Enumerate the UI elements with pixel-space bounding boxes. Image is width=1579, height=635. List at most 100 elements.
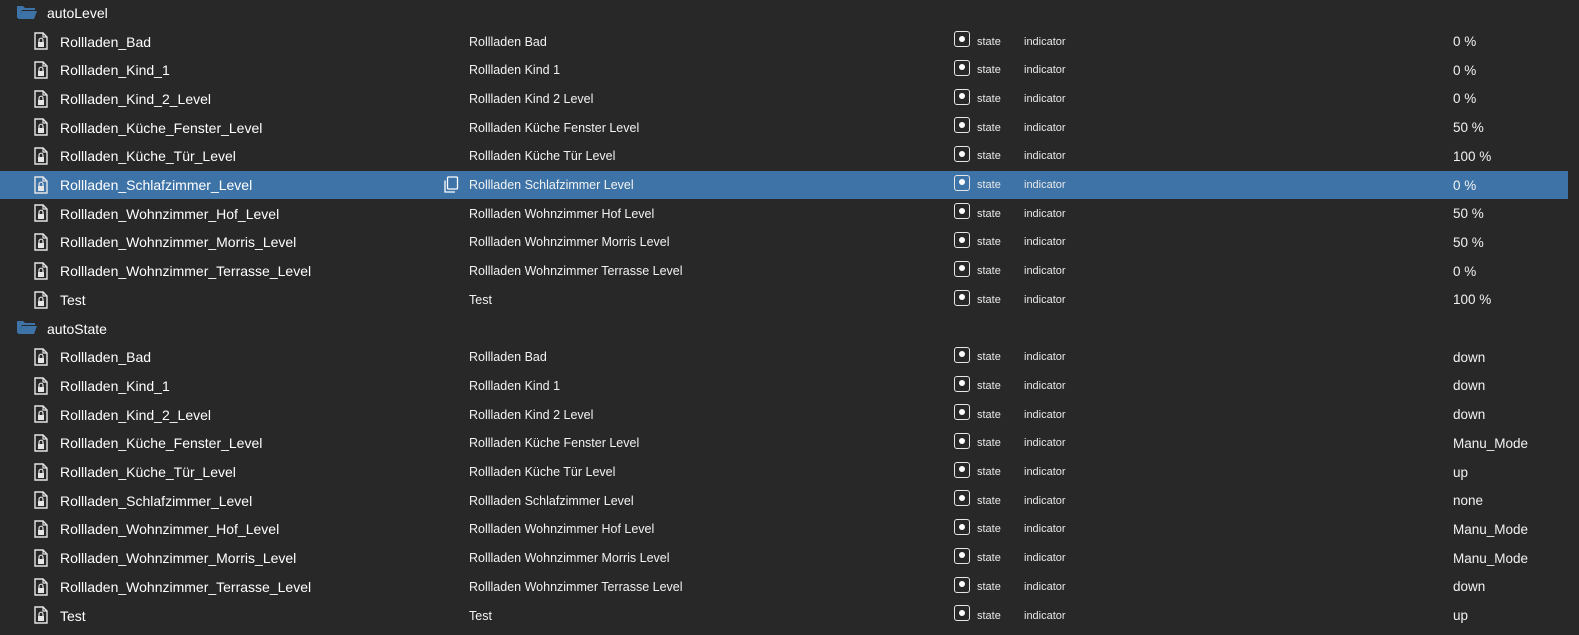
object-role: indicator	[1024, 580, 1066, 593]
object-value[interactable]: 100 %	[1453, 292, 1491, 307]
table-row[interactable]: Test Test state indicator 100 %	[0, 286, 1568, 315]
object-name: Rollladen Küche Tür Level	[469, 465, 616, 480]
table-row[interactable]: Rollladen_Wohnzimmer_Terrasse_Level Roll…	[0, 257, 1568, 286]
object-value[interactable]: up	[1453, 465, 1468, 480]
state-type-icon	[954, 519, 970, 536]
object-role: indicator	[1024, 265, 1066, 278]
table-row[interactable]: Rollladen_Schlafzimmer_Level Rollladen S…	[0, 486, 1568, 515]
table-row-selected[interactable]: Rollladen_Schlafzimmer_Level Rollladen S…	[0, 170, 1568, 200]
object-role: indicator	[1024, 150, 1066, 163]
object-role: indicator	[1024, 523, 1066, 536]
object-name: Rollladen Küche Fenster Level	[469, 120, 640, 135]
object-value[interactable]: 0 %	[1453, 264, 1476, 279]
object-value[interactable]: down	[1453, 378, 1485, 393]
file-lock-icon	[34, 348, 48, 366]
table-row[interactable]: Rollladen_Bad Rollladen Bad state indica…	[0, 27, 1568, 56]
table-row[interactable]: Rollladen_Wohnzimmer_Morris_Level Rollla…	[0, 544, 1568, 573]
object-value[interactable]: 0 %	[1453, 63, 1476, 78]
object-value[interactable]: Manu_Mode	[1453, 551, 1528, 566]
state-type-icon	[954, 59, 970, 76]
object-role: indicator	[1024, 35, 1066, 48]
object-role: indicator	[1024, 408, 1066, 421]
table-row[interactable]: Rollladen_Wohnzimmer_Morris_Level Rollla…	[0, 228, 1568, 257]
state-type-icon	[954, 346, 970, 363]
state-type-icon	[954, 31, 970, 48]
object-name: Rollladen Kind 1	[469, 63, 561, 78]
object-value[interactable]: down	[1453, 579, 1485, 594]
object-role: indicator	[1024, 64, 1066, 77]
table-row[interactable]: Rollladen_Küche_Fenster_Level Rollladen …	[0, 113, 1568, 142]
object-id: Rollladen_Kind_2_Level	[60, 90, 212, 107]
object-value[interactable]: Manu_Mode	[1453, 522, 1528, 537]
table-row[interactable]: Rollladen_Kind_2_Level Rollladen Kind 2 …	[0, 400, 1568, 429]
object-value[interactable]: up	[1453, 608, 1468, 623]
table-row[interactable]: Rollladen_Wohnzimmer_Hof_Level Rollladen…	[0, 199, 1568, 228]
table-row[interactable]: Test Test state indicator up	[0, 601, 1568, 630]
folder-open-icon[interactable]	[16, 4, 38, 20]
object-type: state	[977, 437, 1001, 450]
object-value[interactable]: 50 %	[1453, 235, 1484, 250]
table-row[interactable]: Rollladen_Küche_Tür_Level Rollladen Küch…	[0, 458, 1568, 487]
object-name: Rollladen Wohnzimmer Hof Level	[469, 206, 655, 221]
object-role: indicator	[1024, 466, 1066, 479]
table-row[interactable]: Rollladen_Küche_Fenster_Level Rollladen …	[0, 429, 1568, 458]
object-id: Rollladen_Küche_Tür_Level	[60, 148, 236, 165]
object-value[interactable]: 0 %	[1453, 178, 1476, 193]
object-value[interactable]: 50 %	[1453, 206, 1484, 221]
object-type: state	[977, 523, 1001, 536]
object-value[interactable]: 0 %	[1453, 91, 1476, 106]
table-row[interactable]: Rollladen_Kind_2_Level Rollladen Kind 2 …	[0, 85, 1568, 114]
object-role: indicator	[1024, 179, 1066, 192]
table-row[interactable]: Rollladen_Wohnzimmer_Hof_Level Rollladen…	[0, 515, 1568, 544]
object-name: Rollladen Kind 2 Level	[469, 407, 594, 422]
object-value[interactable]: 100 %	[1453, 149, 1491, 164]
state-type-icon	[954, 88, 970, 105]
file-lock-icon	[34, 491, 48, 510]
object-id: Rollladen_Kind_1	[60, 62, 170, 79]
object-id: Test	[60, 291, 86, 308]
object-type: state	[977, 494, 1001, 507]
folder-name: autoState	[47, 320, 107, 337]
object-value[interactable]: 50 %	[1453, 120, 1484, 135]
object-value[interactable]: none	[1453, 493, 1483, 508]
state-type-icon	[954, 375, 970, 392]
table-row[interactable]: Rollladen_Bad Rollladen Bad state indica…	[0, 343, 1568, 372]
object-id: Rollladen_Küche_Fenster_Level	[60, 435, 263, 452]
object-name: Rollladen Kind 1	[469, 378, 561, 393]
object-type: state	[977, 466, 1001, 479]
state-type-icon	[954, 490, 970, 507]
object-type: state	[977, 379, 1001, 392]
state-type-icon	[954, 433, 970, 449]
state-type-icon	[954, 232, 970, 249]
object-role: indicator	[1024, 379, 1066, 392]
object-value[interactable]: 0 %	[1453, 34, 1476, 49]
object-type: state	[977, 179, 1001, 192]
folder-open-icon[interactable]	[16, 319, 38, 335]
object-type: state	[977, 552, 1001, 565]
folder-row-autoState[interactable]: autoState	[0, 314, 1568, 343]
object-name: Rollladen Kind 2 Level	[469, 91, 594, 106]
object-value[interactable]: Manu_Mode	[1453, 436, 1528, 451]
table-row[interactable]: Rollladen_Küche_Tür_Level Rollladen Küch…	[0, 142, 1568, 171]
object-id: Rollladen_Wohnzimmer_Hof_Level	[60, 521, 280, 538]
object-name: Rollladen Bad	[469, 34, 547, 49]
file-lock-icon	[34, 204, 48, 223]
object-role: indicator	[1024, 552, 1066, 565]
object-id: Test	[60, 607, 86, 624]
object-name: Rollladen Wohnzimmer Terrasse Level	[469, 264, 683, 279]
table-row[interactable]: Rollladen_Kind_1 Rollladen Kind 1 state …	[0, 372, 1568, 401]
object-name: Rollladen Wohnzimmer Terrasse Level	[469, 579, 683, 594]
object-value[interactable]: down	[1453, 407, 1485, 422]
state-type-icon	[954, 576, 970, 593]
object-value[interactable]: down	[1453, 350, 1485, 365]
file-lock-icon	[34, 577, 48, 596]
object-name: Test	[469, 608, 492, 623]
table-row[interactable]: Rollladen_Kind_1 Rollladen Kind 1 state …	[0, 56, 1568, 85]
object-type: state	[977, 150, 1001, 163]
object-name: Rollladen Wohnzimmer Morris Level	[469, 235, 670, 250]
object-role: indicator	[1024, 609, 1066, 622]
table-row[interactable]: Rollladen_Wohnzimmer_Terrasse_Level Roll…	[0, 573, 1568, 602]
folder-row-autoLevel[interactable]: autoLevel	[0, 0, 1568, 27]
file-lock-icon	[34, 262, 48, 280]
copy-icon[interactable]	[443, 176, 459, 194]
